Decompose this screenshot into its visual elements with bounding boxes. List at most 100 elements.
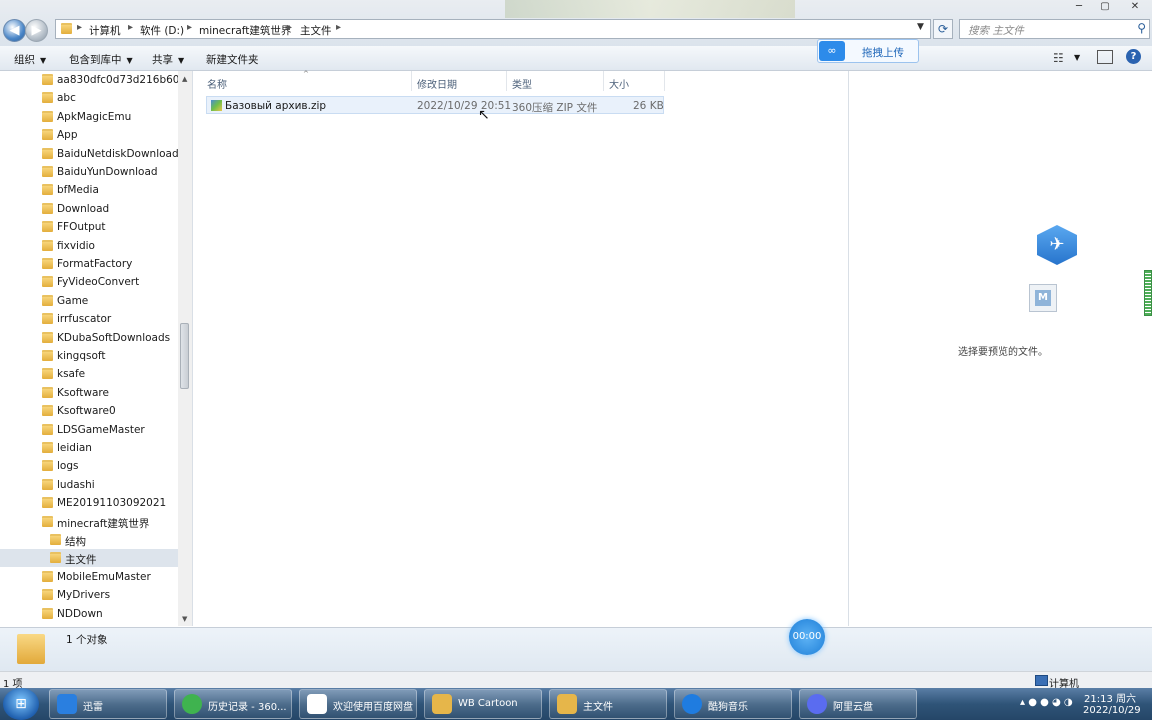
taskbar-item-wb-cartoon[interactable]: WB Cartoon bbox=[424, 689, 542, 719]
nav-folder-item[interactable]: kingqsoft bbox=[0, 347, 178, 365]
nav-folder-item[interactable]: Ksoftware bbox=[0, 384, 178, 402]
column-divider[interactable] bbox=[506, 71, 507, 91]
table-row[interactable]: Базовый архив.zip 2022/10/29 20:51 360压缩… bbox=[206, 96, 664, 114]
breadcrumb-minecraft[interactable]: minecraft建筑世界 bbox=[199, 23, 291, 38]
nav-folder-item[interactable]: aa830dfc0d73d216b60660 bbox=[0, 71, 192, 89]
drag-upload-popup[interactable]: ∞ 拖拽上传 bbox=[817, 39, 919, 63]
folder-icon bbox=[42, 350, 53, 361]
arrow-left-icon: ◀ bbox=[9, 23, 20, 38]
help-icon[interactable]: ? bbox=[1126, 49, 1141, 64]
scroll-up-icon[interactable]: ▲ bbox=[182, 75, 187, 83]
taskbar-item-baidu-netdisk[interactable]: 欢迎使用百度网盘 bbox=[299, 689, 417, 719]
taskbar-item-main-folder[interactable]: 主文件 bbox=[549, 689, 667, 719]
nav-folder-item[interactable]: ApkMagicEmu bbox=[0, 108, 178, 126]
nav-folder-item[interactable]: abc bbox=[0, 89, 178, 107]
nav-folder-item[interactable]: bfMedia bbox=[0, 181, 178, 199]
nav-scrollbar-thumb[interactable] bbox=[180, 323, 189, 389]
back-button[interactable]: ◀ bbox=[3, 19, 26, 42]
navigation-pane[interactable]: aa830dfc0d73d216b60660 abc ApkMagicEmu A… bbox=[0, 71, 193, 626]
nav-folder-item[interactable]: KDubaSoftDownloads bbox=[0, 329, 178, 347]
nav-folder-label: ksafe bbox=[57, 368, 86, 380]
bird-app-icon[interactable]: ✈ bbox=[1037, 225, 1077, 265]
nav-folder-item[interactable]: ME20191103092021 bbox=[0, 494, 178, 512]
organize-menu[interactable]: 组织 ▼ bbox=[14, 52, 46, 67]
nav-folder-item[interactable]: irrfuscator bbox=[0, 310, 178, 328]
address-bar[interactable]: ▸ 计算机 ▸ 软件 (D:) ▸ minecraft建筑世界 ▸ 主文件 ▸ bbox=[55, 19, 931, 39]
breadcrumb-drive[interactable]: 软件 (D:) bbox=[140, 23, 184, 38]
recording-timer-button[interactable]: 00:00 bbox=[789, 619, 825, 655]
taskbar-item-aliyun-drive[interactable]: 阿里云盘 bbox=[799, 689, 917, 719]
nav-folder-item[interactable]: Ksoftware0 bbox=[0, 402, 178, 420]
nav-folder-item[interactable]: logs bbox=[0, 457, 178, 475]
folder-icon bbox=[42, 74, 53, 85]
search-icon[interactable]: ⚲ bbox=[1137, 21, 1146, 35]
nav-folder-item[interactable]: FFOutput bbox=[0, 218, 178, 236]
nav-folder-item[interactable]: minecraft建筑世界 bbox=[0, 513, 178, 531]
nav-folder-item[interactable]: BaiduYunDownload bbox=[0, 163, 178, 181]
breadcrumb-computer[interactable]: 计算机 bbox=[89, 23, 121, 38]
m-logo-icon: M bbox=[1035, 290, 1051, 306]
folder-icon bbox=[42, 203, 53, 214]
nav-folder-item[interactable]: LDSGameMaster bbox=[0, 421, 178, 439]
nav-folder-label: aa830dfc0d73d216b60660 bbox=[57, 74, 193, 86]
clock-date[interactable]: 2022/10/29 bbox=[1083, 705, 1141, 716]
m-app-icon[interactable]: M bbox=[1029, 284, 1057, 312]
nav-folder-label: Game bbox=[57, 295, 89, 307]
sort-ascending-icon: ^ bbox=[303, 70, 309, 78]
taskbar-item-xunlei[interactable]: 迅雷 bbox=[49, 689, 167, 719]
preview-pane-icon[interactable] bbox=[1097, 50, 1113, 64]
column-divider[interactable] bbox=[603, 71, 604, 91]
nav-folder-item-selected[interactable]: 主文件 bbox=[0, 549, 178, 567]
include-library-menu[interactable]: 包含到库中 ▼ bbox=[69, 52, 133, 67]
nav-folder-item[interactable]: 结构 bbox=[0, 531, 178, 549]
nav-folder-label: LDSGameMaster bbox=[57, 424, 145, 436]
start-button[interactable]: ⊞ bbox=[3, 688, 39, 720]
nav-folder-item[interactable]: leidian bbox=[0, 439, 178, 457]
scroll-down-icon[interactable]: ▼ bbox=[182, 615, 187, 623]
nav-folder-item[interactable]: MyDrivers bbox=[0, 586, 178, 604]
file-list[interactable]: ^ 名称 修改日期 类型 大小 Базовый архив.zip 2022/1… bbox=[193, 70, 847, 626]
chevron-down-icon: ▼ bbox=[40, 56, 47, 65]
search-input[interactable]: 搜索 主文件 ⚲ bbox=[959, 19, 1150, 39]
column-header-type[interactable]: 类型 bbox=[512, 76, 532, 91]
nav-folder-item[interactable]: ludashi bbox=[0, 476, 178, 494]
breadcrumb-main-folder[interactable]: 主文件 bbox=[300, 23, 332, 38]
maximize-button[interactable]: ▢ bbox=[1092, 0, 1118, 15]
address-dropdown-icon[interactable]: ▼ bbox=[917, 22, 924, 32]
folder-icon bbox=[42, 368, 53, 379]
clock-time[interactable]: 21:13 周六 bbox=[1084, 690, 1136, 705]
windows-logo-icon: ⊞ bbox=[15, 696, 27, 712]
column-header-size[interactable]: 大小 bbox=[609, 76, 629, 91]
nav-folder-item[interactable]: FormatFactory bbox=[0, 255, 178, 273]
nav-folder-item[interactable]: Download bbox=[0, 200, 178, 218]
forward-button[interactable]: ▶ bbox=[25, 19, 48, 42]
column-header-date[interactable]: 修改日期 bbox=[417, 76, 457, 91]
folder-icon bbox=[42, 516, 53, 527]
share-menu[interactable]: 共享 ▼ bbox=[152, 52, 184, 67]
nav-folder-item[interactable]: FyVideoConvert bbox=[0, 273, 178, 291]
nav-folder-item[interactable]: ksafe bbox=[0, 365, 178, 383]
nav-folder-item[interactable]: BaiduNetdiskDownload bbox=[0, 145, 179, 163]
close-button[interactable]: ✕ bbox=[1118, 0, 1152, 15]
view-options-icon[interactable]: ☷ bbox=[1053, 51, 1064, 65]
column-divider[interactable] bbox=[664, 71, 665, 91]
nav-folder-item[interactable]: NDDown bbox=[0, 605, 178, 623]
taskbar-item-kugou-music[interactable]: 酷狗音乐 bbox=[674, 689, 792, 719]
side-handle-icon[interactable] bbox=[1144, 270, 1152, 316]
folder-icon bbox=[42, 571, 53, 582]
minimize-button[interactable]: ─ bbox=[1066, 0, 1092, 15]
nav-folder-item[interactable]: fixvidio bbox=[0, 237, 178, 255]
nav-folder-item[interactable]: Game bbox=[0, 292, 178, 310]
column-header-name[interactable]: 名称 bbox=[207, 76, 227, 91]
nav-folder-label: irrfuscator bbox=[57, 313, 112, 325]
column-divider[interactable] bbox=[411, 71, 412, 91]
folder-icon bbox=[42, 148, 53, 159]
refresh-icon[interactable]: ⟳ bbox=[933, 19, 953, 39]
new-folder-button[interactable]: 新建文件夹 bbox=[206, 52, 259, 67]
taskbar-item-360-history[interactable]: 历史记录 - 360... bbox=[174, 689, 292, 719]
chevron-down-icon[interactable]: ▼ bbox=[1074, 53, 1080, 62]
system-tray-icons[interactable]: ▴ ● ● ◕ ◑ bbox=[1020, 697, 1073, 708]
nav-folder-item[interactable]: App bbox=[0, 126, 178, 144]
nav-folder-label: bfMedia bbox=[57, 184, 99, 196]
nav-folder-item[interactable]: MobileEmuMaster bbox=[0, 568, 178, 586]
